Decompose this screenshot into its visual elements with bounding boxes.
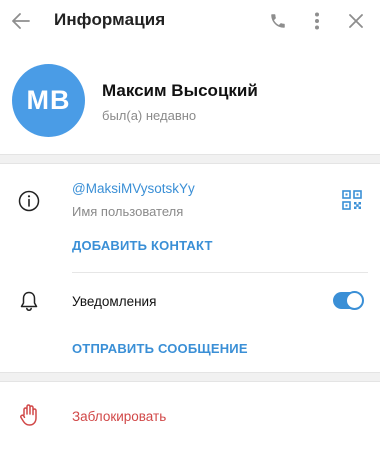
last-seen-status: был(а) недавно	[102, 108, 197, 123]
divider	[72, 272, 368, 273]
section-divider	[0, 154, 380, 164]
username-link[interactable]: @MaksiMVysotskYy	[72, 181, 195, 196]
username-caption: Имя пользователя	[72, 204, 184, 219]
avatar-initials: MB	[26, 85, 71, 115]
header-bar: Информация	[0, 0, 380, 42]
qr-code-icon[interactable]	[342, 190, 362, 210]
more-options-button[interactable]	[302, 6, 332, 36]
close-button[interactable]	[341, 6, 371, 36]
close-icon	[349, 14, 363, 28]
toggle-knob	[345, 291, 364, 310]
back-button[interactable]	[6, 6, 36, 36]
block-user-button[interactable]: Заблокировать	[72, 409, 166, 424]
page-title: Информация	[54, 10, 166, 29]
info-icon	[18, 190, 40, 212]
bell-icon	[20, 291, 38, 312]
avatar[interactable]: MB	[12, 64, 85, 137]
section-divider	[0, 372, 380, 382]
phone-icon	[271, 14, 285, 28]
call-button[interactable]	[263, 6, 293, 36]
add-contact-button[interactable]: Добавить контакт	[72, 238, 213, 253]
notifications-toggle[interactable]	[333, 291, 364, 310]
send-message-button[interactable]: Отправить сообщение	[72, 341, 248, 356]
notifications-label: Уведомления	[72, 294, 157, 309]
back-arrow-icon	[12, 13, 30, 29]
block-hand-icon[interactable]	[18, 403, 40, 427]
profile-name: Максим Высоцкий	[102, 81, 258, 100]
more-vertical-icon	[315, 12, 319, 30]
